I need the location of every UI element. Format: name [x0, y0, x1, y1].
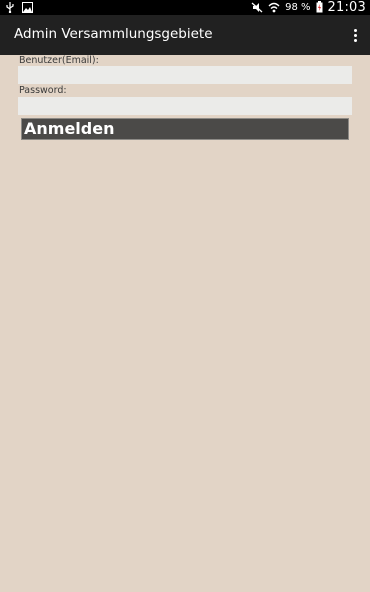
user-email-field[interactable] [18, 66, 352, 84]
login-button[interactable]: Anmelden [21, 118, 349, 140]
status-left-icons [6, 1, 33, 14]
status-clock: 21:03 [327, 0, 366, 15]
battery-percent: 98 % [285, 2, 311, 13]
user-email-label: Benutzer(Email): [19, 55, 99, 66]
status-bar: 98 % 21:03 [0, 0, 370, 15]
overflow-menu-icon[interactable] [350, 26, 360, 44]
password-label: Password: [19, 85, 67, 96]
status-right-icons: 98 % 21:03 [251, 0, 366, 15]
app-title: Admin Versammlungsgebiete [14, 26, 213, 42]
action-bar: Admin Versammlungsgebiete [0, 15, 370, 55]
password-field[interactable] [18, 97, 352, 115]
